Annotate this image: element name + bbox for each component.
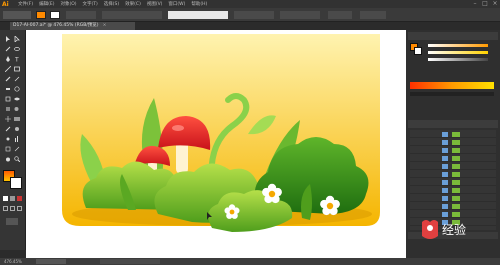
transform-controls[interactable] (360, 11, 386, 19)
watermark: 经验 (412, 216, 492, 244)
illustration-canvas (62, 34, 380, 232)
gradient-bar[interactable] (410, 82, 494, 89)
stroke-swatch[interactable] (10, 177, 22, 189)
stroke-color-swatch[interactable] (50, 11, 60, 19)
draw-behind-button[interactable] (10, 206, 15, 211)
watermark-logo-icon: 经验 (422, 220, 466, 239)
maximize-icon[interactable]: □ (480, 0, 490, 8)
magic-wand-tool-icon[interactable] (5, 46, 11, 52)
pencil-tool-icon[interactable] (14, 76, 20, 82)
direct-selection-tool-icon[interactable] (14, 36, 20, 42)
color-slider-2[interactable] (428, 51, 488, 54)
menu-help[interactable]: 帮助(H) (191, 1, 207, 7)
column-graph-tool-icon[interactable] (14, 136, 20, 142)
tools-panel: T (0, 30, 26, 250)
menu-type[interactable]: 文字(T) (83, 1, 98, 7)
rectangle-tool-icon[interactable] (14, 66, 20, 72)
close-tab-icon[interactable]: × (103, 23, 107, 28)
document-tab-title: D17-AI-007.ai* @ 476.45% (RGB/预览) (13, 23, 99, 28)
selection-tool-icon[interactable] (5, 36, 11, 42)
panel-stroke-swatch[interactable] (414, 47, 422, 55)
app-logo: Ai (2, 0, 9, 8)
width-tool-icon[interactable] (14, 96, 20, 102)
line-tool-icon[interactable] (5, 66, 11, 72)
menu-select[interactable]: 选择(S) (104, 1, 119, 7)
mesh-tool-icon[interactable] (5, 116, 11, 122)
rotate-tool-icon[interactable] (14, 86, 20, 92)
style-dropdown[interactable] (280, 11, 320, 19)
variable-width-dropdown[interactable] (102, 11, 162, 19)
menu-object[interactable]: 对象(O) (60, 1, 76, 7)
slice-tool-icon[interactable] (14, 146, 20, 152)
minimize-icon[interactable]: – (470, 0, 480, 8)
stroke-weight-field[interactable] (66, 11, 96, 19)
zoom-level[interactable]: 476.45% (4, 259, 22, 264)
menu-bar: Ai 文件(F) 编辑(E) 对象(O) 文字(T) 选择(S) 效果(C) 视… (0, 0, 500, 8)
screen-mode-button[interactable] (6, 218, 18, 225)
menu-effect[interactable]: 效果(C) (125, 1, 141, 7)
control-bar (0, 8, 500, 22)
brush-definition-dropdown[interactable] (168, 11, 228, 19)
scale-tool-icon[interactable] (5, 96, 11, 102)
artboard-navigator[interactable] (36, 259, 66, 264)
mushroom-highlight (172, 125, 184, 131)
free-transform-tool-icon[interactable] (5, 106, 11, 112)
artboard[interactable] (26, 30, 406, 258)
pen-tool-icon[interactable] (5, 56, 11, 62)
menu-file[interactable]: 文件(F) (18, 1, 33, 7)
eraser-tool-icon[interactable] (5, 86, 11, 92)
eyedropper-tool-icon[interactable] (5, 126, 11, 132)
svg-text:经验: 经验 (442, 222, 466, 237)
color-panel-tabs[interactable] (408, 32, 498, 40)
layer-thumbnails (452, 132, 460, 226)
menu-edit[interactable]: 编辑(E) (39, 1, 54, 7)
menu-view[interactable]: 视图(V) (147, 1, 163, 7)
none-mode-button[interactable] (17, 196, 22, 201)
color-slider-1[interactable] (428, 44, 488, 47)
hand-tool-icon[interactable] (5, 156, 11, 162)
draw-inside-button[interactable] (17, 206, 22, 211)
gradient-spectrum[interactable] (410, 92, 494, 96)
layers-panel-tabs[interactable] (408, 120, 498, 128)
blend-tool-icon[interactable] (14, 126, 20, 132)
draw-normal-button[interactable] (3, 206, 8, 211)
color-slider-3[interactable] (428, 58, 488, 61)
artboard-tool-icon[interactable] (5, 146, 11, 152)
paintbrush-tool-icon[interactable] (5, 76, 11, 82)
status-bar: 476.45% (0, 258, 500, 265)
shape-builder-tool-icon[interactable] (14, 106, 20, 112)
menu-window[interactable]: 窗口(W) (168, 1, 185, 7)
color-mode-button[interactable] (3, 196, 8, 201)
layer-color-markers (442, 132, 448, 226)
zoom-tool-icon[interactable] (14, 156, 20, 162)
align-controls[interactable] (328, 11, 352, 19)
gradient-tool-icon[interactable] (14, 116, 20, 122)
type-tool-icon[interactable]: T (14, 56, 20, 63)
gradient-mode-button[interactable] (10, 196, 15, 201)
fill-color-swatch[interactable] (36, 11, 46, 19)
status-field[interactable] (100, 259, 160, 264)
lasso-tool-icon[interactable] (14, 46, 20, 52)
opacity-field[interactable] (234, 11, 274, 19)
close-window-icon[interactable]: × (490, 0, 500, 8)
symbol-sprayer-tool-icon[interactable] (5, 136, 11, 142)
document-tab[interactable]: D17-AI-007.ai* @ 476.45% (RGB/预览) × (10, 22, 135, 30)
svg-text:T: T (14, 57, 19, 63)
selection-dropdown[interactable] (3, 11, 31, 19)
